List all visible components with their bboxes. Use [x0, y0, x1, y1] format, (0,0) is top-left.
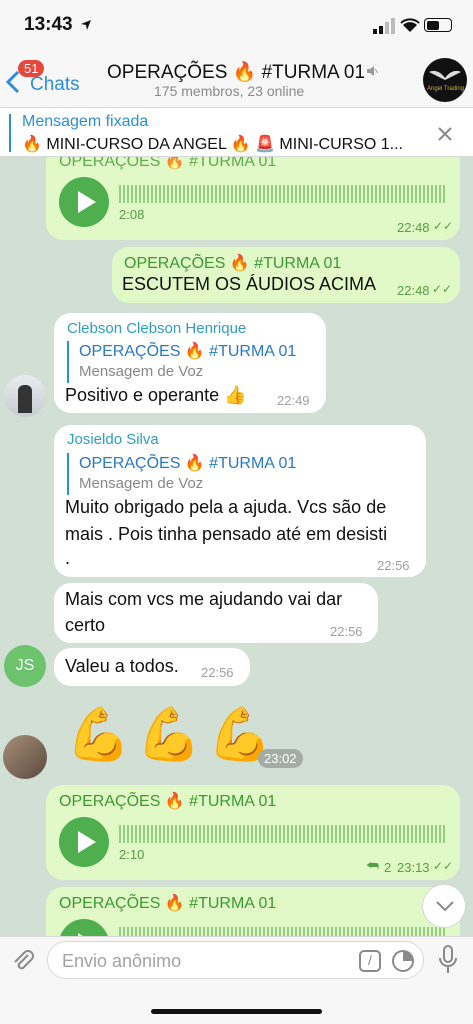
- home-indicator: [151, 1009, 322, 1014]
- voice-duration: 2:08: [119, 207, 145, 222]
- emoji-message[interactable]: 💪💪💪 23:02: [66, 701, 306, 771]
- emoji-text: 💪💪💪: [66, 706, 279, 764]
- play-button[interactable]: [59, 817, 109, 867]
- attach-icon[interactable]: [10, 947, 36, 973]
- sticker-icon[interactable]: [391, 949, 415, 973]
- chat-subtitle: 175 membros, 23 online: [154, 83, 305, 99]
- message-time: 23:02: [258, 749, 303, 768]
- chevron-down-icon: [436, 901, 454, 912]
- sender-name[interactable]: Clebson Clebson Henrique: [67, 320, 246, 337]
- avatar-initials: JS: [15, 657, 35, 674]
- message-text: ESCUTEM OS ÁUDIOS ACIMA: [122, 274, 377, 294]
- reply-quote[interactable]: OPERAÇÕES 🔥 #TURMA 01 Mensagem de Voz: [67, 453, 407, 495]
- message-time: 22:48: [397, 220, 430, 235]
- sender-avatar[interactable]: [4, 375, 46, 417]
- read-checks-icon: ✓✓: [433, 219, 454, 233]
- sender-name[interactable]: Josieldo Silva: [67, 431, 159, 448]
- voice-message-bubble[interactable]: OPERAÇÕES 🔥 #TURMA 01: [46, 887, 460, 936]
- message-time: 22:56: [201, 665, 234, 680]
- pinned-message-bar[interactable]: Mensagem fixada 🔥 MINI-CURSO DA ANGEL 🔥 …: [0, 107, 473, 157]
- status-time: 13:43: [24, 14, 73, 35]
- message-list[interactable]: OPERAÇÕES 🔥 #TURMA 01 2:08 22:48 ✓✓ OPER…: [0, 157, 473, 936]
- wings-logo-icon: [429, 70, 461, 80]
- message-time: 22:56: [377, 558, 410, 573]
- message-text-line: Muito obrigado pela a ajuda. Vcs são de: [65, 497, 387, 517]
- message-title: OPERAÇÕES 🔥 #TURMA 01: [124, 255, 342, 272]
- message-text-line: mais . Pois tinha pensado até em desisti: [65, 524, 388, 544]
- microphone-icon[interactable]: [438, 945, 458, 975]
- incoming-message[interactable]: Clebson Clebson Henrique OPERAÇÕES 🔥 #TU…: [54, 313, 326, 413]
- pinned-accent-line: [9, 114, 11, 152]
- reply-count[interactable]: 2: [384, 860, 391, 875]
- pinned-text: 🔥 MINI-CURSO DA ANGEL 🔥 🚨 MINI-CURSO 1..…: [22, 136, 403, 153]
- muted-icon: [367, 66, 378, 76]
- waveform: [119, 825, 445, 843]
- quote-title: OPERAÇÕES 🔥 #TURMA 01: [79, 343, 297, 360]
- message-title: OPERAÇÕES 🔥 #TURMA 01: [59, 793, 277, 810]
- message-time: 22:56: [330, 624, 363, 639]
- message-text-line: Mais com vcs me ajudando vai dar: [65, 589, 343, 609]
- voice-message-bubble[interactable]: OPERAÇÕES 🔥 #TURMA 01 2:08 22:48 ✓✓: [46, 157, 460, 240]
- status-bar: 13:43: [0, 0, 473, 52]
- pinned-label: Mensagem fixada: [22, 113, 149, 130]
- message-text-line: .: [65, 548, 71, 568]
- reply-quote[interactable]: OPERAÇÕES 🔥 #TURMA 01 Mensagem de Voz: [67, 341, 317, 383]
- incoming-message[interactable]: Mais com vcs me ajudando vai dar certo 2…: [54, 583, 378, 643]
- sender-avatar[interactable]: [3, 735, 47, 779]
- incoming-message[interactable]: Josieldo Silva OPERAÇÕES 🔥 #TURMA 01 Men…: [54, 425, 426, 577]
- message-text: Valeu a todos.: [65, 656, 179, 676]
- outgoing-message[interactable]: OPERAÇÕES 🔥 #TURMA 01 ESCUTEM OS ÁUDIOS …: [112, 247, 460, 303]
- message-time: 22:49: [277, 393, 310, 408]
- scroll-down-button[interactable]: [422, 884, 466, 928]
- read-checks-icon: ✓✓: [432, 282, 453, 296]
- voice-duration: 2:10: [119, 847, 145, 862]
- message-text-line: certo: [65, 615, 106, 635]
- play-button[interactable]: [59, 177, 109, 227]
- message-input-placeholder: Envio anônimo: [62, 951, 182, 971]
- group-avatar[interactable]: Angel Trading: [423, 58, 467, 102]
- slash-commands-icon[interactable]: /: [359, 950, 381, 972]
- back-label: Chats: [30, 74, 80, 95]
- input-bar: Envio anônimo /: [0, 936, 473, 1024]
- signal-icon: [373, 18, 395, 34]
- quote-subtitle: Mensagem de Voz: [79, 363, 204, 380]
- close-icon[interactable]: [437, 126, 453, 142]
- play-button[interactable]: [59, 919, 109, 936]
- wifi-icon: [400, 18, 420, 32]
- quote-subtitle: Mensagem de Voz: [79, 475, 204, 492]
- waveform: [119, 185, 445, 203]
- read-checks-icon: ✓✓: [433, 859, 454, 873]
- sender-avatar[interactable]: JS: [4, 645, 46, 687]
- chat-header: 51 Chats OPERAÇÕES 🔥 #TURMA 01 175 membr…: [0, 52, 473, 107]
- quote-title: OPERAÇÕES 🔥 #TURMA 01: [79, 455, 297, 472]
- back-button[interactable]: 51 Chats: [6, 58, 86, 100]
- message-time: 22:48: [397, 283, 430, 298]
- waveform: [119, 927, 445, 936]
- chat-title[interactable]: OPERAÇÕES 🔥 #TURMA 01: [107, 60, 365, 84]
- message-title: OPERAÇÕES 🔥 #TURMA 01: [59, 157, 277, 170]
- chevron-left-icon: [6, 70, 20, 94]
- message-title: OPERAÇÕES 🔥 #TURMA 01: [59, 895, 277, 912]
- avatar-text: Angel Trading: [427, 86, 465, 92]
- location-icon: [81, 20, 91, 30]
- incoming-message[interactable]: Valeu a todos. 22:56: [54, 648, 250, 686]
- message-text: Positivo e operante 👍: [65, 385, 247, 405]
- message-time: 23:13: [397, 860, 430, 875]
- voice-message-bubble[interactable]: OPERAÇÕES 🔥 #TURMA 01 2:10 ⮪ 2 23:13 ✓✓: [46, 785, 460, 880]
- battery-icon: [424, 18, 452, 32]
- reply-arrow-icon: ⮪: [366, 857, 380, 873]
- message-input-field[interactable]: Envio anônimo /: [47, 941, 424, 979]
